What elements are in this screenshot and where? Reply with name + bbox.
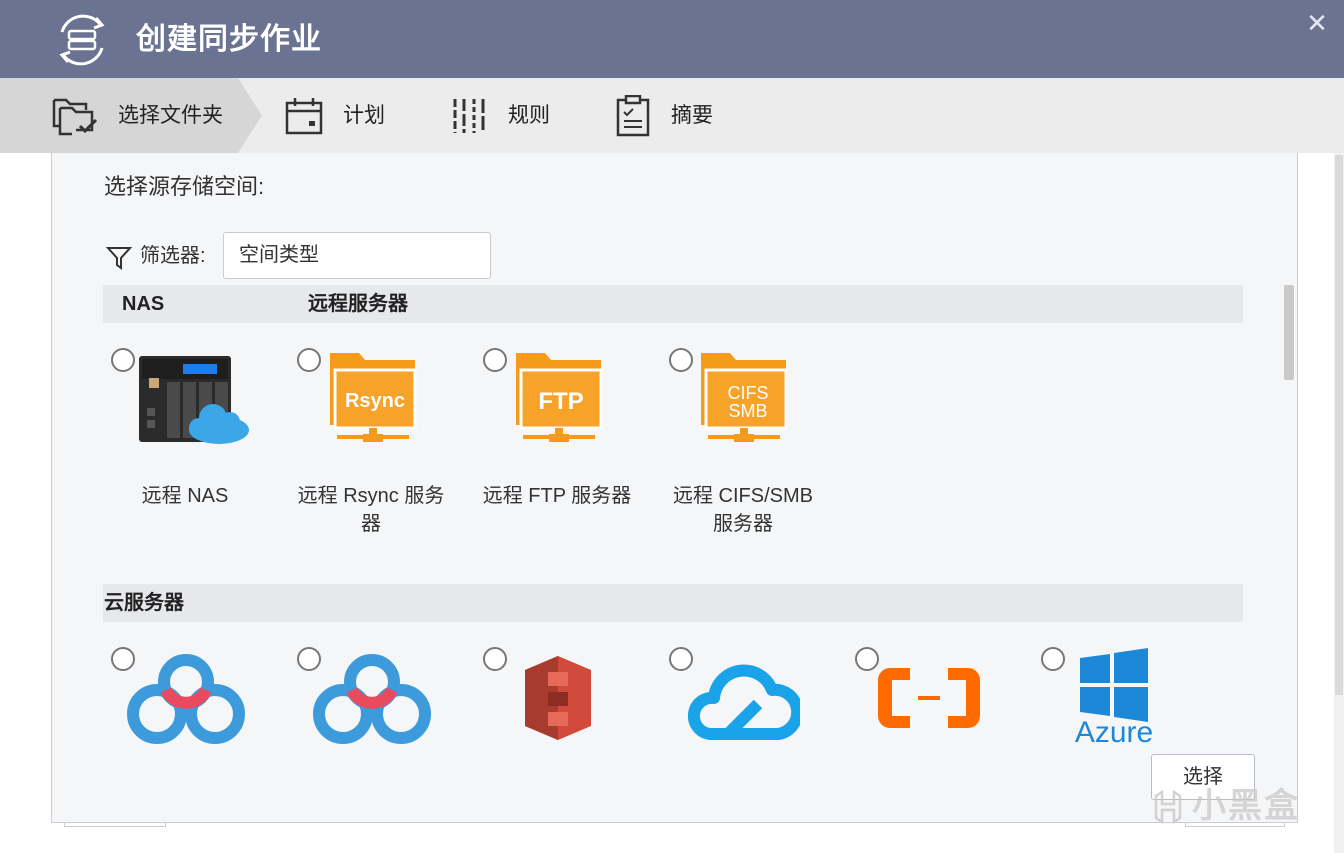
remote-rsync-label: 远程 Rsync 服务 <box>297 485 445 507</box>
step-label: 计划 <box>343 104 385 127</box>
amazon-s3-icon <box>525 656 591 740</box>
section-title-nas: NAS <box>122 293 165 315</box>
title-bar: 创建同步作业 ✕ <box>0 0 1344 78</box>
outer-scrollbar-thumb[interactable] <box>1335 155 1343 695</box>
step-rules[interactable]: 规则 <box>450 78 550 153</box>
radio-remote-rsync[interactable] <box>297 348 321 372</box>
clipboard-icon <box>616 94 650 136</box>
smb-icon-text: SMB <box>728 401 767 421</box>
radio-remote-ftp[interactable] <box>483 348 507 372</box>
tencent-cloud-icon <box>688 664 800 740</box>
step-label: 摘要 <box>671 104 713 127</box>
sliders-icon <box>453 98 485 133</box>
cifs-smb-folder-icon: CIFS SMB <box>701 353 788 442</box>
step-summary[interactable]: 摘要 <box>615 78 713 153</box>
baidu-cloud-icon <box>127 654 245 744</box>
wizard-steps: 选择文件夹 计划 规则 摘要 <box>0 78 1344 153</box>
filter-icon <box>106 247 132 270</box>
space-type-filter-select[interactable]: 空间类型 <box>223 232 491 279</box>
azure-icon-text: Azure <box>1075 716 1153 748</box>
section-title-remote: 远程服务器 <box>308 293 408 315</box>
remote-ftp-label: 远程 FTP 服务器 <box>482 485 632 507</box>
alibaba-cloud-icon <box>878 668 980 728</box>
radio-remote-cifs-smb[interactable] <box>669 348 693 372</box>
radio-cloud-3[interactable] <box>483 647 507 671</box>
section-header-cloud <box>103 584 1243 622</box>
remote-rsync-label-line2: 器 <box>361 513 381 535</box>
section-title-cloud: 云服务器 <box>104 592 184 614</box>
calendar-icon <box>285 97 323 134</box>
rsync-folder-icon: Rsync <box>330 353 417 442</box>
dialog-title: 创建同步作业 <box>136 23 322 56</box>
ftp-icon-text: FTP <box>538 388 583 415</box>
radio-cloud-6[interactable] <box>1041 647 1065 671</box>
filter-label: 筛选器: <box>140 245 206 267</box>
section-header-nas-remote <box>103 285 1243 323</box>
azure-icon: Azure <box>1075 648 1153 748</box>
radio-remote-nas[interactable] <box>111 348 135 372</box>
step-schedule[interactable]: 计划 <box>285 78 385 153</box>
ftp-folder-icon: FTP <box>516 353 603 442</box>
rsync-icon-text: Rsync <box>345 390 405 412</box>
xiaoheihe-logo-icon <box>1154 789 1182 824</box>
remote-cifs-smb-label: 远程 CIFS/SMB <box>672 485 813 507</box>
cifs-icon-text: CIFS <box>727 383 768 403</box>
folder-check-icon <box>52 98 98 135</box>
step-select-folder[interactable]: 选择文件夹 <box>52 78 223 153</box>
remote-cifs-smb-label-line2: 服务器 <box>713 513 773 535</box>
baidu-cloud-icon <box>313 654 431 744</box>
watermark-text: 小黑盒 <box>1192 787 1300 825</box>
left-gutter <box>0 153 52 853</box>
panel-scrollbar-thumb[interactable] <box>1284 285 1294 380</box>
step-label: 规则 <box>508 104 550 127</box>
close-button[interactable]: ✕ <box>1300 6 1334 40</box>
source-storage-label: 选择源存储空间: <box>104 174 265 199</box>
sync-job-icon <box>59 14 105 66</box>
remote-nas-icon <box>139 356 249 444</box>
step-label: 选择文件夹 <box>118 104 223 127</box>
remote-nas-label: 远程 NAS <box>141 485 229 507</box>
